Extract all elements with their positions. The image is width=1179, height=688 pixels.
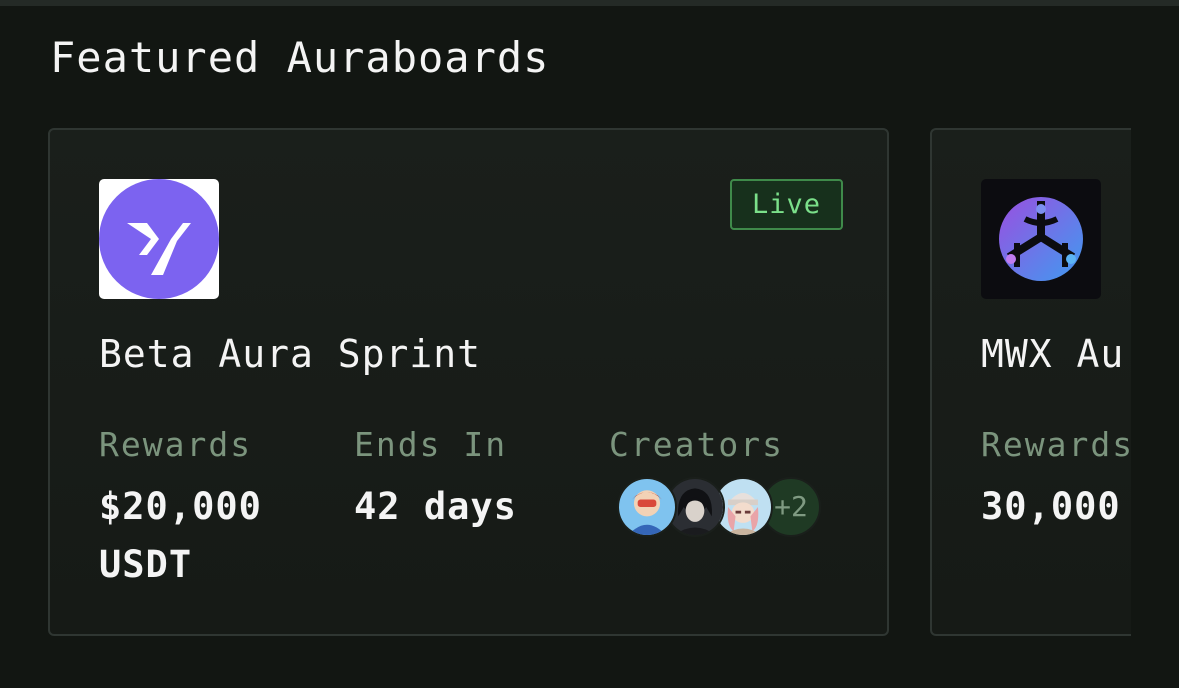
ends-in-label: Ends In [354, 425, 508, 464]
creators-label: Creators [609, 425, 784, 464]
auraboard-carousel[interactable]: Live Beta Aura Sprint Rewards $20,000 US… [0, 126, 1131, 646]
auraboard-card[interactable]: Live Beta Aura Sprint Rewards $20,000 US… [48, 128, 889, 636]
auraboard-card[interactable]: MWX Au Rewards 30,000 [930, 128, 1131, 636]
blue-purple-cube-logo-icon [981, 179, 1101, 299]
purple-circle-slash-logo-icon [99, 179, 219, 299]
rewards-value: 30,000 [981, 485, 1121, 528]
anime-fox-mask-avatar[interactable] [617, 477, 677, 537]
rewards-label: Rewards [981, 425, 1131, 464]
live-status-badge: Live [730, 179, 843, 230]
rewards-value: $20,000 USDT [99, 485, 262, 586]
top-divider [0, 0, 1179, 6]
card-title: Beta Aura Sprint [99, 332, 482, 376]
card-title: MWX Au [981, 332, 1125, 376]
ends-in-value: 42 days [354, 485, 517, 528]
creator-avatar-group[interactable]: +2 [617, 477, 837, 539]
rewards-label: Rewards [99, 425, 253, 464]
section-title: Featured Auraboards [50, 33, 550, 82]
